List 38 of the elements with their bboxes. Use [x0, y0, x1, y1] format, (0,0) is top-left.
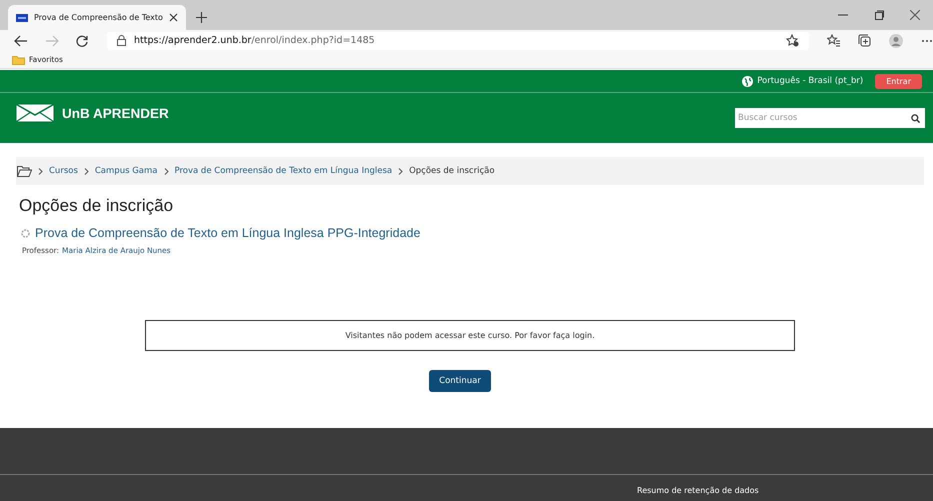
breadcrumb-link[interactable]: Campus Gama: [94, 166, 158, 176]
footer-link[interactable]: Resumo de retenção de dados: [637, 486, 759, 495]
breadcrumb-current: Opções de inscrição: [409, 166, 495, 176]
more-icon[interactable]: [921, 38, 933, 42]
continue-button[interactable]: Continuar: [429, 370, 491, 392]
address-bar[interactable]: https://aprender2.unb.br/enrol/index.php?id=1485: [107, 32, 809, 50]
chevron-icon: [164, 168, 168, 174]
envelope-logo-icon: [16, 104, 54, 122]
close-icon[interactable]: [169, 13, 178, 22]
star-add-icon[interactable]: [786, 34, 799, 47]
new-tab-icon[interactable]: [196, 12, 207, 23]
page-title: Opções de inscrição: [19, 196, 174, 216]
home-folder-icon[interactable]: [17, 166, 32, 176]
back-arrow-icon[interactable]: [14, 34, 28, 46]
reload-icon[interactable]: [76, 34, 88, 46]
search-icon[interactable]: [911, 114, 920, 123]
breadcrumb-link[interactable]: Cursos: [49, 166, 78, 176]
notice-text: Visitantes não podem acessar este curso. Por favor faça login.: [345, 331, 595, 340]
language-menu[interactable]: Português - Brasil (pt_br): [742, 76, 864, 86]
chevron-icon: [398, 168, 404, 174]
brand-name: UnB APRENDER: [62, 106, 169, 120]
course-icon: [21, 228, 30, 238]
breadcrumb-link[interactable]: Prova de Compreensão de Texto em Língua Inglesa: [174, 166, 392, 176]
globe-icon: [742, 76, 754, 86]
collections-icon[interactable]: [858, 34, 871, 47]
browser-tab[interactable]: Prova de Compreensão de Texto: [8, 5, 186, 30]
restore-icon[interactable]: [874, 10, 884, 20]
url-text: https://aprender2.unb.br/enrol/index.php?id=1485: [134, 35, 375, 46]
search-field[interactable]: Buscar cursos: [735, 108, 925, 128]
lock-icon: [117, 35, 126, 46]
chevron-icon: [84, 168, 89, 174]
chevron-icon: [38, 168, 43, 174]
folder-icon: [12, 54, 25, 64]
course-link[interactable]: Prova de Compreensão de Texto em Língua Inglesa PPG-Integridade: [35, 226, 420, 240]
profile-avatar-icon[interactable]: [889, 34, 903, 48]
flag-icon: [16, 14, 28, 22]
login-button[interactable]: Entrar: [875, 74, 922, 88]
favorites-icon[interactable]: [827, 34, 840, 47]
